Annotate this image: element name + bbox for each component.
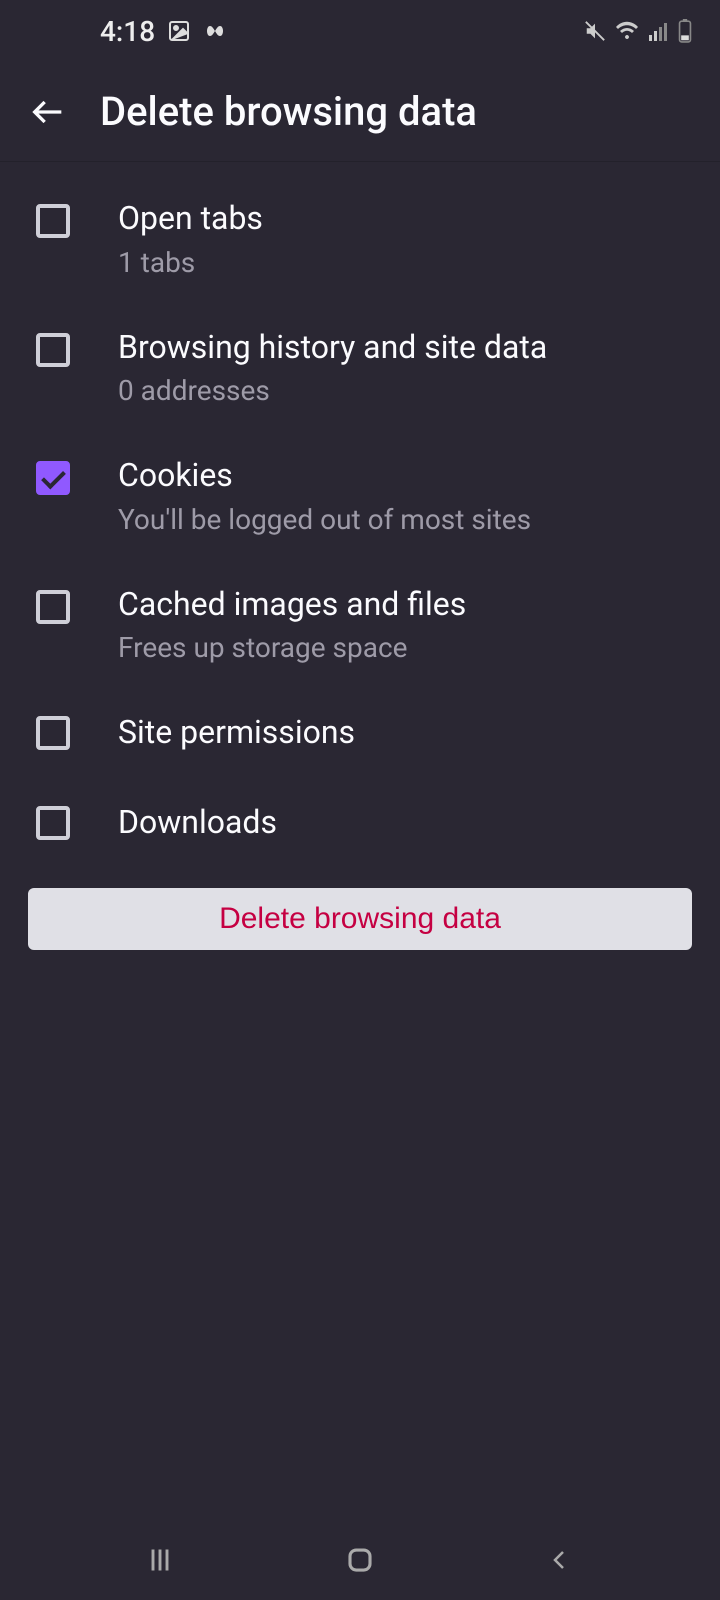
checkbox-site-permissions[interactable] (36, 716, 70, 750)
option-subtitle: 0 addresses (118, 374, 692, 407)
delete-button[interactable]: Delete browsing data (28, 888, 692, 950)
checkbox-cookies[interactable] (36, 461, 70, 495)
option-site-permissions[interactable]: Site permissions (0, 688, 720, 778)
option-subtitle: 1 tabs (118, 246, 692, 279)
option-title: Open tabs (118, 198, 692, 240)
option-cookies[interactable]: Cookies You'll be logged out of most sit… (0, 431, 720, 560)
option-cache[interactable]: Cached images and files Frees up storage… (0, 560, 720, 689)
option-title: Cookies (118, 455, 692, 497)
back-nav-button[interactable] (530, 1530, 590, 1590)
app-bar: Delete browsing data (0, 62, 720, 162)
options-list: Open tabs 1 tabs Browsing history and si… (0, 162, 720, 868)
page-title: Delete browsing data (100, 88, 477, 135)
option-subtitle: Frees up storage space (118, 631, 692, 664)
option-open-tabs[interactable]: Open tabs 1 tabs (0, 174, 720, 303)
home-button[interactable] (330, 1530, 390, 1590)
checkbox-cache[interactable] (36, 590, 70, 624)
infinity-icon (203, 23, 233, 39)
signal-icon (648, 21, 670, 41)
option-title: Downloads (118, 802, 692, 844)
battery-icon (678, 19, 692, 43)
option-title: Site permissions (118, 712, 692, 754)
image-icon (167, 19, 191, 43)
checkbox-history[interactable] (36, 333, 70, 367)
option-history[interactable]: Browsing history and site data 0 address… (0, 303, 720, 432)
status-time: 4:18 (100, 15, 155, 48)
option-subtitle: You'll be logged out of most sites (118, 503, 692, 536)
option-downloads[interactable]: Downloads (0, 778, 720, 868)
mute-icon (584, 20, 606, 42)
chevron-left-icon (548, 1546, 572, 1574)
arrow-left-icon (28, 92, 68, 132)
checkbox-downloads[interactable] (36, 806, 70, 840)
option-title: Cached images and files (118, 584, 692, 626)
wifi-icon (614, 21, 640, 41)
recents-button[interactable] (130, 1530, 190, 1590)
home-icon (345, 1545, 375, 1575)
status-bar: 4:18 (0, 0, 720, 62)
back-button[interactable] (24, 88, 72, 136)
recents-icon (146, 1546, 174, 1574)
system-nav-bar (0, 1520, 720, 1600)
checkbox-open-tabs[interactable] (36, 204, 70, 238)
option-title: Browsing history and site data (118, 327, 692, 369)
